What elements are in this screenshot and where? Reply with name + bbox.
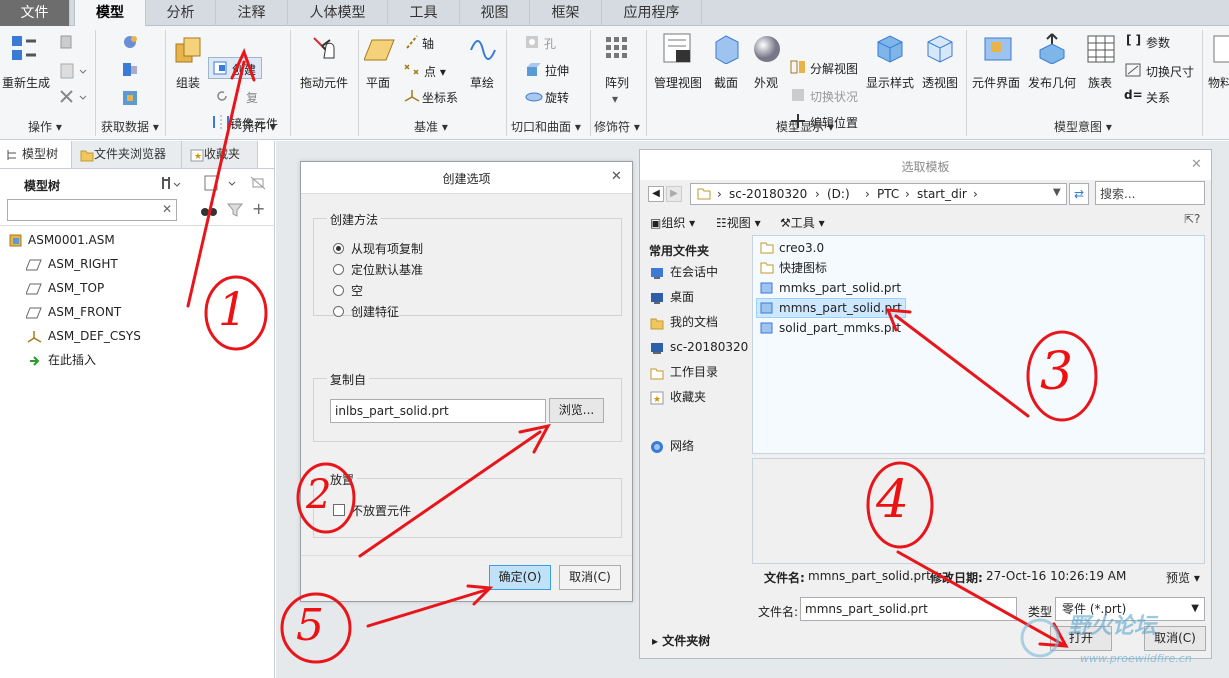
watermark-title: 野火论坛 xyxy=(1068,614,1157,639)
annotation-number-1: 1 xyxy=(218,282,248,336)
annotation-number-5: 5 xyxy=(296,600,324,651)
annotation-arrow-1 xyxy=(186,60,246,308)
watermark-url: www.proewildfire.cn xyxy=(1080,652,1192,665)
annotation-arrowhead-2 xyxy=(518,423,551,454)
annotation-number-3: 3 xyxy=(1040,342,1074,402)
annotation-arrow-2 xyxy=(358,430,542,558)
watermark-logo-icon xyxy=(1020,618,1060,658)
annotation-arrow-5 xyxy=(366,588,488,628)
annotation-arrow-3 xyxy=(894,314,1030,418)
watermark: 野火论坛 www.proewildfire.cn xyxy=(1020,606,1220,672)
annotation-layer xyxy=(186,48,1098,664)
annotation-number-2: 2 xyxy=(306,472,332,518)
annotation-number-4: 4 xyxy=(876,470,910,530)
